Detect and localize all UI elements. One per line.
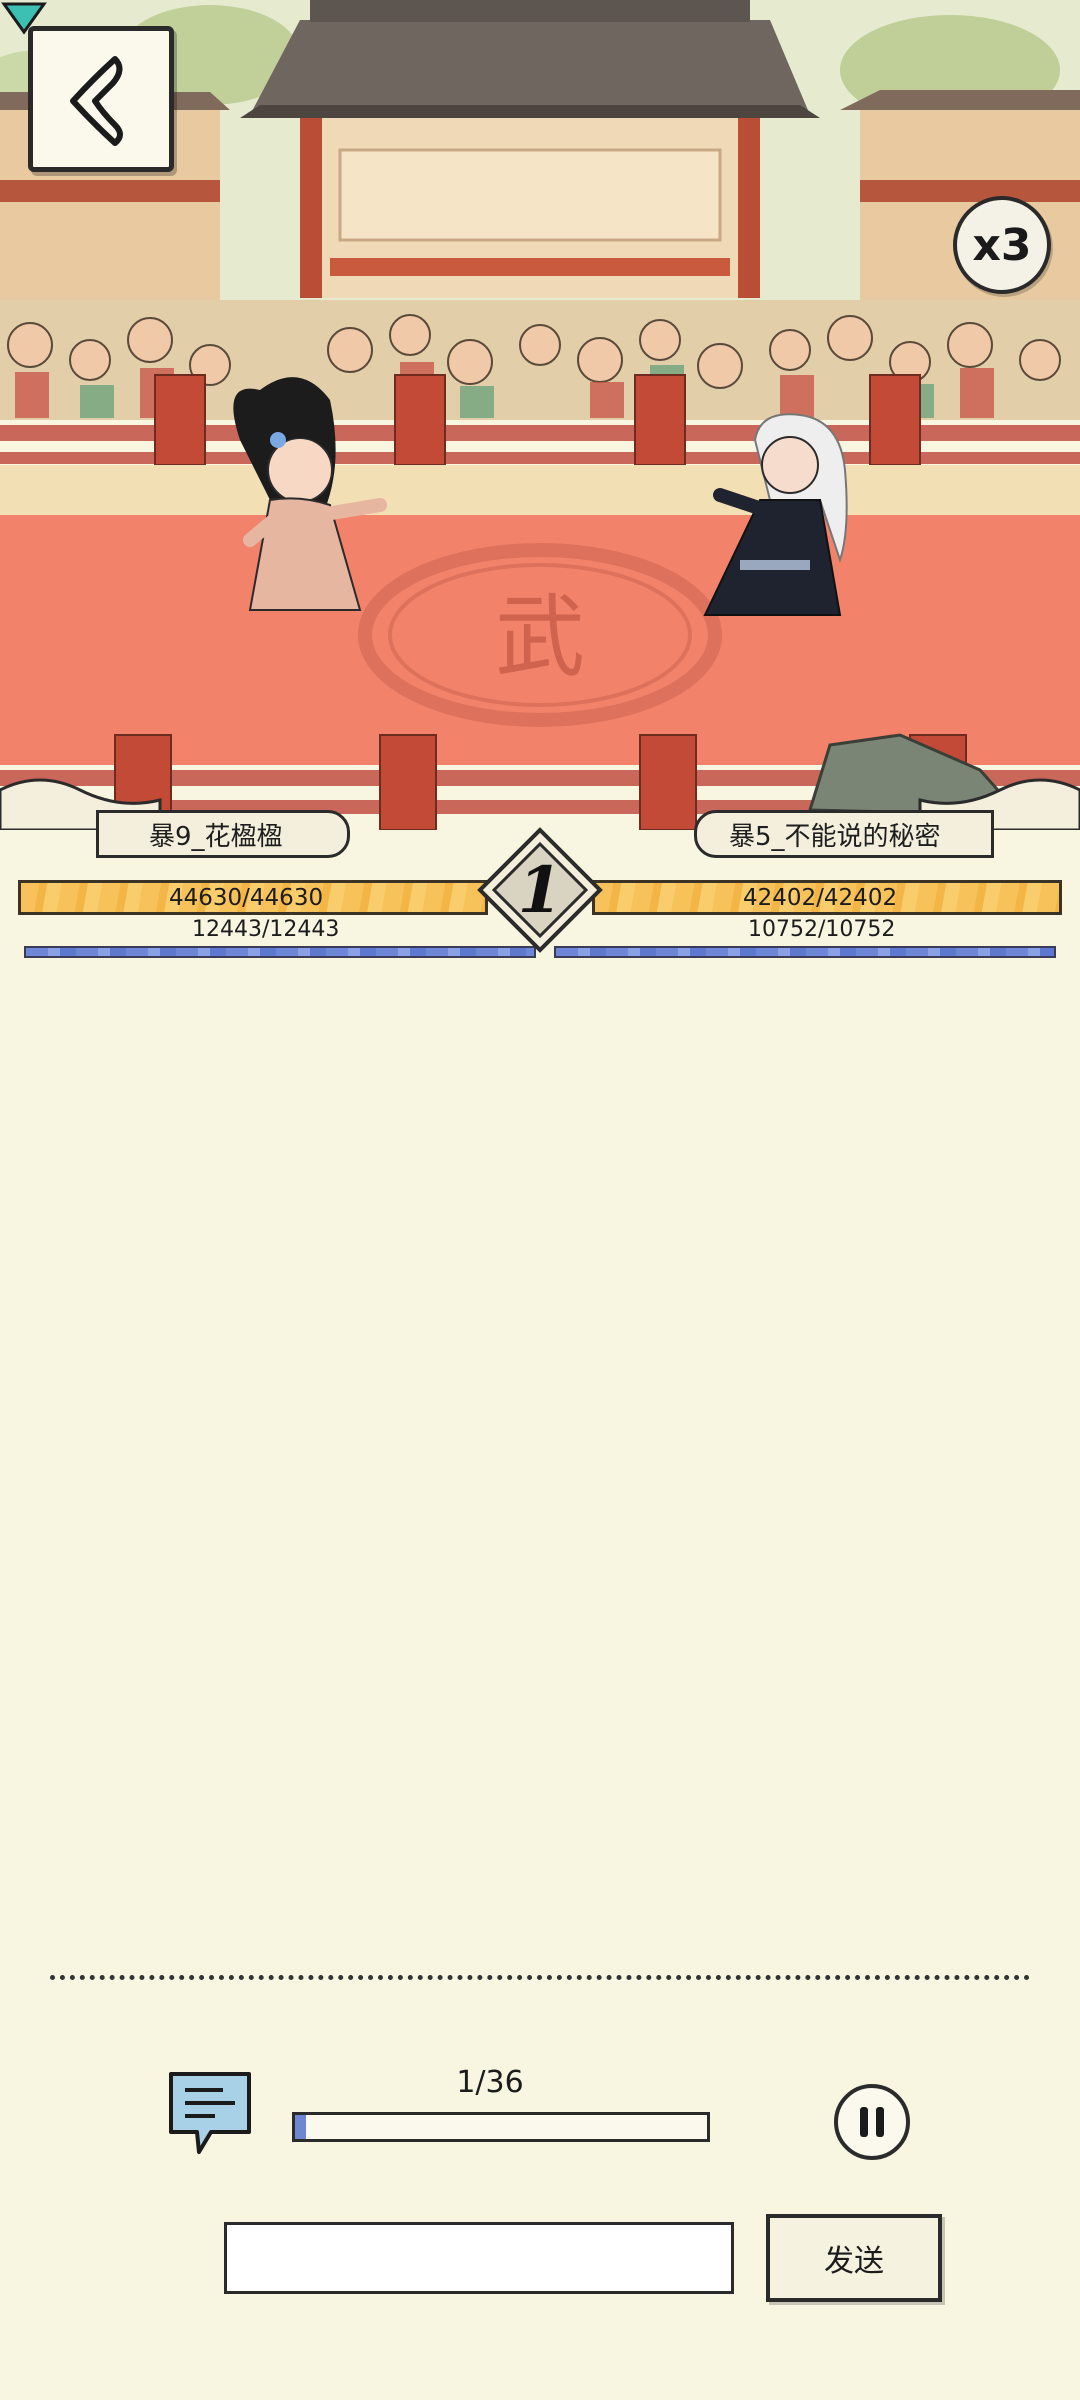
send-button[interactable]: 发送 [766,2214,942,2302]
right-mp-text: 10752/10752 [748,917,896,942]
right-mp-bar [554,946,1056,958]
left-hp-text: 44630/44630 [169,884,324,911]
battle-progress-text: 1/36 [456,2065,524,2100]
pause-button[interactable] [834,2084,910,2160]
left-mp-bar [24,946,536,958]
chat-toggle-button[interactable] [165,2068,255,2158]
left-mp-text: 12443/12443 [192,917,340,942]
pause-icon [860,2107,868,2137]
target-marker-icon [1,2,47,35]
back-button[interactable] [28,26,174,172]
battle-progress-fill [295,2115,307,2139]
svg-text:武: 武 [495,585,585,690]
divider [50,1975,1030,1980]
back-arrow-icon [70,56,123,146]
chat-message-input[interactable] [224,2222,734,2294]
battle-progress-bar [292,2112,710,2142]
round-number: 1 [517,852,563,928]
right-hp-text: 42402/42402 [743,884,898,911]
right-hp-bar: 42402/42402 [592,880,1062,915]
right-fighter-name: 暴5_不能说的秘密 [694,810,994,858]
left-hp-bar: 44630/44630 [18,880,488,915]
battle-arena: 武 x3 [0,0,1080,830]
left-fighter-name: 暴9_花楹楹 [96,810,350,858]
chat-bubble-icon [169,2072,251,2154]
speed-toggle-button[interactable]: x3 [953,196,1051,294]
pause-icon-bar [876,2107,884,2137]
